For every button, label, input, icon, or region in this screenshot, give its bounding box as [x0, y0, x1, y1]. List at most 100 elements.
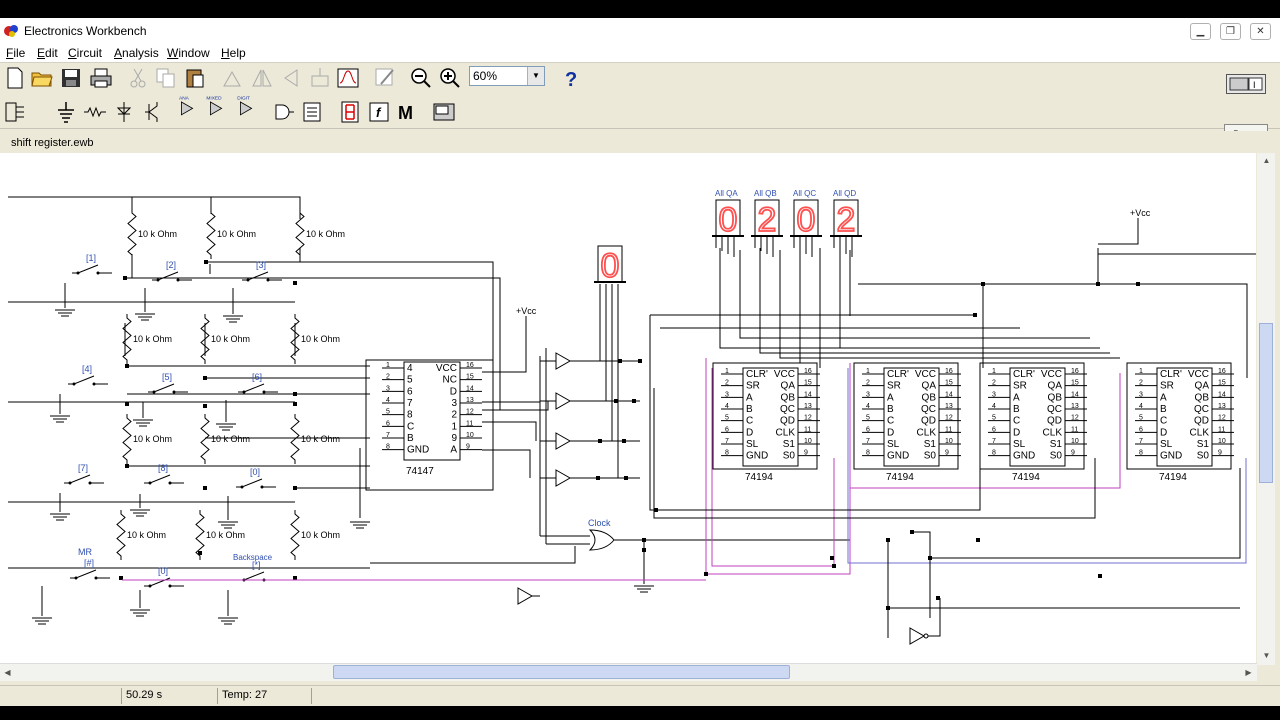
maximize-button[interactable]: ❐	[1220, 23, 1241, 40]
mixed-ics-bin[interactable]: MIXED	[204, 94, 228, 118]
analog-ics-bin[interactable]: ANA	[175, 94, 199, 118]
display-label: All QD	[833, 189, 856, 198]
favorites-bin[interactable]	[3, 100, 27, 124]
paste-clipboard-icon	[186, 69, 204, 88]
menu-analysis[interactable]: Analysis	[114, 46, 159, 60]
sources-bin[interactable]	[54, 100, 78, 124]
encoder-chip-pin-number: 11	[466, 420, 473, 427]
shift-register-chip-pin-number: 1	[866, 368, 870, 375]
digital-ics-bin[interactable]: DIGIT	[234, 94, 258, 118]
power-switch[interactable]: I	[1226, 74, 1266, 94]
switch-contact	[176, 278, 180, 282]
resistor-label: 10 k Ohm	[138, 229, 177, 239]
or-gate	[588, 529, 615, 551]
copy-button[interactable]	[154, 66, 178, 90]
circuit-schematic[interactable]: 10 k Ohm 10 k Ohm 10 k Ohm 10 k Ohm 10 k Ohm…	[0, 153, 1256, 664]
resistor-label: 10 k Ohm	[206, 530, 245, 540]
scroll-left-icon[interactable]: ◀	[0, 665, 15, 680]
junction-dot	[204, 260, 208, 264]
wire	[930, 468, 1241, 559]
encoder-chip-pin-number: 5	[386, 409, 390, 416]
shift-register-chip-pin-number: 3	[866, 391, 870, 398]
menu-help[interactable]: Help	[221, 46, 246, 60]
graph-button[interactable]	[336, 66, 360, 90]
print-button[interactable]	[89, 66, 113, 90]
horizontal-scrollbar[interactable]: ◀ ▶	[0, 663, 1257, 681]
menu-circuit[interactable]: Circuit	[68, 46, 102, 60]
shift-register-chip-pin-number: 3	[992, 391, 996, 398]
encoder-chip-pin-number: 12	[466, 409, 474, 416]
close-icon: ✕	[1256, 26, 1265, 37]
inverter-bottom	[909, 627, 926, 645]
close-button[interactable]: ✕	[1250, 23, 1271, 40]
flip-vertical-button[interactable]	[279, 66, 303, 90]
circuit-canvas[interactable]: 10 k Ohm 10 k Ohm 10 k Ohm 10 k Ohm 10 k Ohm…	[0, 153, 1256, 664]
status-temperature: Temp: 27	[217, 688, 311, 704]
logic-gates-bin[interactable]	[271, 100, 295, 124]
paste-button[interactable]	[183, 66, 207, 90]
switch-contact	[262, 390, 266, 394]
shift-register-chip-pin-number: 12	[1071, 415, 1079, 422]
instruments-bin-icon	[433, 103, 455, 121]
resistor-label: 10 k Ohm	[211, 334, 250, 344]
resistor-label: 10 k Ohm	[301, 434, 340, 444]
encoder-chip-pin-name: GND	[407, 445, 429, 456]
scroll-right-icon[interactable]: ▶	[1241, 665, 1256, 680]
junction-dot	[203, 376, 207, 380]
zoom-in-button[interactable]	[438, 66, 462, 90]
shift-register-chip-pin-name: GND	[1013, 451, 1035, 462]
flip-horizontal-button[interactable]	[250, 66, 274, 90]
indicators-bin[interactable]	[338, 100, 362, 124]
shift-register-chip-pin-name: D	[746, 427, 753, 438]
new-button[interactable]	[3, 66, 27, 90]
encoder-chip-pin-name: 6	[407, 386, 413, 397]
zoom-out-button[interactable]	[409, 66, 433, 90]
resistor-bin-icon	[84, 106, 106, 118]
register-display-digit: 2	[837, 201, 856, 239]
encoder-chip-pin-name: C	[407, 421, 414, 432]
menu-file[interactable]: File	[6, 46, 25, 60]
vertical-scrollbar[interactable]: ▲ ▼	[1257, 153, 1275, 665]
open-button[interactable]	[30, 66, 54, 90]
instruments-bin[interactable]	[432, 100, 456, 124]
chevron-down-icon[interactable]: ▼	[527, 67, 544, 85]
miscellaneous-bin[interactable]: M	[396, 100, 420, 124]
vertical-scroll-thumb[interactable]	[1259, 323, 1273, 483]
shift-register-chip-pin-name: C	[1160, 416, 1167, 427]
diodes-bin[interactable]	[112, 100, 136, 124]
zoom-select[interactable]: 60% ▼	[469, 66, 545, 86]
switch-contact	[266, 278, 270, 282]
junction-dot	[654, 508, 658, 512]
shift-register-chip-pin-number: 13	[804, 403, 812, 410]
menu-edit[interactable]: Edit	[37, 46, 58, 60]
digital-bin[interactable]	[300, 100, 324, 124]
resistor-label: 10 k Ohm	[127, 530, 166, 540]
minimize-icon: ▁	[1196, 26, 1205, 37]
component-properties-button[interactable]	[373, 66, 397, 90]
subcircuit-button[interactable]	[308, 66, 332, 90]
horizontal-scroll-thumb[interactable]	[333, 665, 790, 679]
shift-register-chip-pin-name: SL	[887, 439, 900, 450]
shift-register-chip-pin-name: QC	[1047, 404, 1062, 415]
shift-register-chip-pin-name: VCC	[915, 369, 936, 380]
wire	[719, 248, 1100, 349]
ground-symbol	[218, 521, 238, 529]
minimize-button[interactable]: ▁	[1190, 23, 1211, 40]
transistors-bin[interactable]	[141, 100, 165, 124]
scroll-down-icon[interactable]: ▼	[1259, 648, 1274, 663]
cut-button[interactable]	[126, 66, 150, 90]
junction-dot	[596, 476, 600, 480]
junction-dot	[886, 606, 890, 610]
junction-dot	[123, 276, 127, 280]
shift-register-chip-name: 74194	[1159, 472, 1187, 483]
zoom-value: 60%	[473, 69, 498, 83]
controls-bin[interactable]: f	[367, 100, 391, 124]
basic-bin[interactable]	[83, 100, 107, 124]
shift-register-chip-pin-name: S0	[1197, 451, 1210, 462]
rotate-button[interactable]	[220, 66, 244, 90]
save-button[interactable]	[59, 66, 83, 90]
help-button[interactable]: ?	[558, 66, 582, 91]
menu-window[interactable]: Window	[167, 46, 210, 60]
switch-contact	[152, 390, 156, 394]
scroll-up-icon[interactable]: ▲	[1259, 153, 1274, 168]
